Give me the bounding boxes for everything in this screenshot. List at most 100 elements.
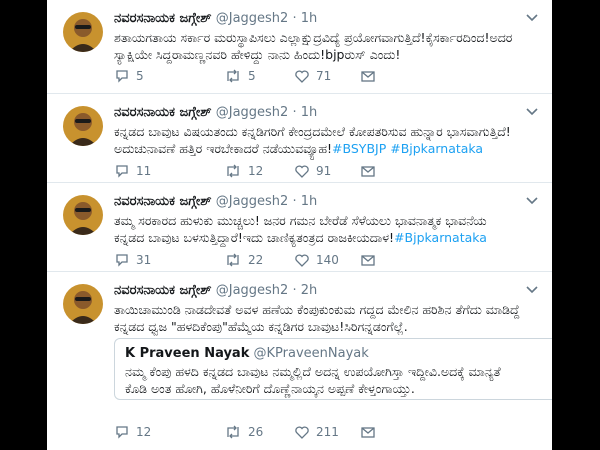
heart-icon	[295, 70, 309, 83]
display-name[interactable]: ನವರಸನಾಯಕ ಜಗ್ಗೇಶ್	[114, 194, 212, 209]
dm-button[interactable]	[360, 423, 376, 441]
username[interactable]: @Jaggesh2	[216, 105, 289, 120]
retweet-button[interactable]: 26	[224, 423, 263, 441]
separator-dot: ·	[292, 11, 297, 26]
hashtag-link[interactable]: #BSYBJP #Bjpkarnataka	[332, 141, 483, 156]
retweet-count: 12	[248, 164, 264, 178]
retweet-button[interactable]: 12	[224, 162, 263, 180]
like-button[interactable]: 140	[294, 251, 339, 269]
tweet[interactable]: ನವರಸನಾಯಕ ಜಗ್ಗೇಶ್ @Jaggesh2 · 2h ತಾಯಿಚಾಮು…	[47, 272, 552, 450]
like-count: 140	[316, 253, 339, 267]
reply-count: 5	[136, 69, 144, 83]
tweet-text-segment: ಕನ್ನಡದ ಬಾವುಟ ಬಳಸುತ್ತಿದ್ದಾರೆ!ಇದು ಚಾಣಿಕ್ಯತ…	[114, 230, 395, 245]
tweet-text: ತಮ್ಮ ಸರಕಾರದ ಹುಳುಕು ಮುಚ್ಚಲು! ಜನರ ಗಮನ ಬೇರೆ…	[114, 212, 538, 246]
dm-button[interactable]	[360, 67, 376, 85]
envelope-icon	[361, 255, 375, 266]
quoted-tweet-header: K Praveen Nayak @KPraveenNayak	[125, 346, 369, 361]
display-name[interactable]: ನವರಸನಾಯಕ ಜಗ್ಗೇಶ್	[114, 283, 212, 298]
tweet-actions: 12 26 211	[114, 423, 534, 441]
tweet-actions: 5 5 71	[114, 67, 534, 85]
tweet-text-line: ಕನ್ನಡದ ಧ್ವಜ "ಹಳದಿಕೆಂಪು"ಹೆಮ್ಮೆಯ ಕನ್ನಡಿಗರ …	[114, 319, 408, 334]
timestamp[interactable]: 2h	[301, 283, 318, 298]
tweet[interactable]: ನವರಸನಾಯಕ ಜಗ್ಗೇಶ್ @Jaggesh2 · 1h ತಮ್ಮ ಸರಕ…	[47, 183, 552, 272]
avatar[interactable]	[63, 106, 103, 146]
chevron-down-icon[interactable]	[526, 108, 538, 116]
tweet-text-line: ಕನ್ನಡದ ಬಾವುಟ ಬಳಸುತ್ತಿದ್ದಾರೆ!ಇದು ಚಾಣಿಕ್ಯತ…	[114, 229, 538, 246]
reply-count: 31	[136, 253, 152, 267]
retweet-count: 5	[248, 69, 256, 83]
retweet-icon	[227, 425, 239, 439]
display-name[interactable]: ನವರಸನಾಯಕ ಜಗ್ಗೇಶ್	[114, 11, 212, 26]
retweet-button[interactable]: 5	[224, 67, 256, 85]
tweet-actions: 11 12 91	[114, 162, 534, 180]
heart-icon	[295, 254, 309, 267]
envelope-icon	[361, 427, 375, 438]
tweet[interactable]: ನವರಸನಾಯಕ ಜಗ್ಗೇಶ್ @Jaggesh2 · 1h ಕನ್ನಡದ ಬ…	[47, 94, 552, 183]
avatar[interactable]	[63, 195, 103, 235]
reply-button[interactable]: 5	[114, 67, 144, 85]
separator-dot: ·	[292, 105, 297, 120]
hashtag-link[interactable]: #Bjpkarnataka	[394, 230, 487, 245]
heart-icon	[295, 426, 309, 439]
quoted-text-line: ಕೊಡಿ ಅಂತ ಹೋಗಿ, ಹೊಳೆನೀರಿಗೆ ದೊಣ್ಣೆನಾಯ್ಕನ ಅ…	[125, 381, 415, 396]
username[interactable]: @Jaggesh2	[216, 194, 289, 209]
dm-button[interactable]	[360, 251, 376, 269]
timestamp[interactable]: 1h	[301, 105, 318, 120]
dm-button[interactable]	[360, 162, 376, 180]
separator-dot: ·	[292, 194, 297, 209]
retweet-count: 26	[248, 425, 264, 439]
tweet-header: ನವರಸನಾಯಕ ಜಗ್ಗೇಶ್ @Jaggesh2 · 1h	[114, 105, 542, 121]
tweet-header: ನವರಸನಾಯಕ ಜಗ್ಗೇಶ್ @Jaggesh2 · 1h	[114, 11, 542, 27]
tweet-actions: 31 22 140	[114, 251, 534, 269]
reply-button[interactable]: 31	[114, 251, 151, 269]
tweet-text: ಶತಾಯಗತಾಯ ಸರ್ಕಾರ ಮರುಸ್ಥಾಪಿಸಲು ಎಲ್ಲಾಕ್ಷುದ್…	[114, 29, 538, 63]
timestamp[interactable]: 1h	[301, 11, 318, 26]
envelope-icon	[361, 71, 375, 82]
like-button[interactable]: 71	[294, 67, 331, 85]
retweet-icon	[227, 69, 239, 83]
reply-count: 11	[136, 164, 152, 178]
avatar[interactable]	[63, 12, 103, 52]
quoted-text-line: ನಮ್ಮ ಕೆಂಪು ಹಳದಿ ಕನ್ನಡದ ಬಾವುಟ ನಮ್ಮಲ್ಲಿದೆ …	[125, 364, 501, 379]
tweet-text-line: ಕನ್ನಡದ ಬಾವುಟ ವಿಷಯತಂದು ಕನ್ನಡಿಗರಿಗೆ ಕೇಂದ್ರ…	[114, 124, 511, 139]
quoted-display-name: K Praveen Nayak	[125, 346, 250, 361]
like-count: 71	[316, 69, 332, 83]
retweet-count: 22	[248, 253, 264, 267]
chevron-down-icon[interactable]	[526, 14, 538, 22]
envelope-icon	[361, 166, 375, 177]
reply-icon	[116, 254, 128, 267]
like-button[interactable]: 91	[294, 162, 331, 180]
tweet-header: ನವರಸನಾಯಕ ಜಗ್ಗೇಶ್ @Jaggesh2 · 1h	[114, 194, 542, 210]
separator-dot: ·	[292, 283, 297, 298]
tweet-text-line: ಶತಾಯಗತಾಯ ಸರ್ಕಾರ ಮರುಸ್ಥಾಪಿಸಲು ಎಲ್ಲಾಕ್ಷುದ್…	[114, 30, 513, 45]
tweet-header: ನವರಸನಾಯಕ ಜಗ್ಗೇಶ್ @Jaggesh2 · 2h	[114, 283, 542, 299]
retweet-button[interactable]: 22	[224, 251, 263, 269]
chevron-down-icon[interactable]	[526, 286, 538, 294]
avatar[interactable]	[63, 284, 103, 324]
display-name[interactable]: ನವರಸನಾಯಕ ಜಗ್ಗೇಶ್	[114, 105, 212, 120]
tweet-text-line: ಅದುಚುನಾವಣೆ ಹತ್ತಿರ ಇರಬೇಕಾದರೆ ನಡೆಯುವವ್ಯೂಹ!…	[114, 140, 538, 157]
quoted-tweet[interactable]: K Praveen Nayak @KPraveenNayak ನಮ್ಮ ಕೆಂಪ…	[114, 338, 552, 400]
username[interactable]: @Jaggesh2	[216, 11, 289, 26]
like-count: 91	[316, 164, 332, 178]
reply-icon	[116, 426, 128, 439]
reply-count: 12	[136, 425, 152, 439]
tweet-text: ತಾಯಿಚಾಮುಂಡಿ ನಾಡದೇವತೆ ಅವಳ ಹಣೆಯ ಕೆಂಪುಕುಂಕು…	[114, 301, 538, 335]
like-count: 211	[316, 425, 339, 439]
tweet-feed: ನವರಸನಾಯಕ ಜಗ್ಗೇಶ್ @Jaggesh2 · 1h ಶತಾಯಗತಾಯ…	[47, 0, 552, 450]
reply-icon	[116, 165, 128, 178]
like-button[interactable]: 211	[294, 423, 339, 441]
quoted-username: @KPraveenNayak	[253, 346, 369, 361]
chevron-down-icon[interactable]	[526, 197, 538, 205]
reply-icon	[116, 70, 128, 83]
username[interactable]: @Jaggesh2	[216, 283, 289, 298]
reply-button[interactable]: 11	[114, 162, 151, 180]
tweet-text: ಕನ್ನಡದ ಬಾವುಟ ವಿಷಯತಂದು ಕನ್ನಡಿಗರಿಗೆ ಕೇಂದ್ರ…	[114, 123, 538, 157]
retweet-icon	[227, 253, 239, 267]
retweet-icon	[227, 164, 239, 178]
tweet-text-line: ಸ್ಯಾಕ್ಷಿಯೇ ಸಿದ್ದರಾಮಣ್ಣನವರಿ ಹೇಳಿದ್ದು ನಾನು…	[114, 47, 401, 62]
timestamp[interactable]: 1h	[301, 194, 318, 209]
quoted-tweet-text: ನಮ್ಮ ಕೆಂಪು ಹಳದಿ ಕನ್ನಡದ ಬಾವುಟ ನಮ್ಮಲ್ಲಿದೆ …	[125, 363, 552, 397]
reply-button[interactable]: 12	[114, 423, 151, 441]
tweet[interactable]: ನವರಸನಾಯಕ ಜಗ್ಗೇಶ್ @Jaggesh2 · 1h ಶತಾಯಗತಾಯ…	[47, 0, 552, 94]
